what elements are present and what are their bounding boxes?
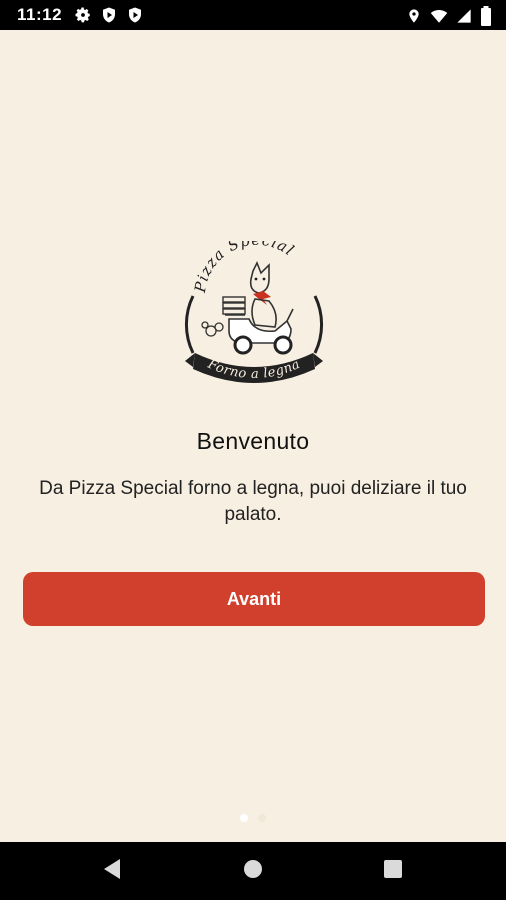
page-indicator (0, 814, 506, 822)
page-dot-active[interactable] (240, 814, 248, 822)
battery-icon (480, 6, 492, 26)
welcome-text: Da Pizza Special forno a legna, puoi del… (39, 478, 467, 525)
signal-icon (456, 8, 472, 24)
logo-top-text: Pizza Special (191, 231, 297, 295)
back-button[interactable] (82, 842, 142, 900)
recents-button[interactable] (363, 842, 423, 900)
gear-icon (74, 6, 92, 24)
next-button[interactable]: Avanti (23, 572, 485, 626)
shield-play-icon (100, 6, 118, 24)
status-bar: 11:12 (0, 0, 506, 30)
pizza-special-logo: Pizza Special Forno a legna (183, 231, 325, 397)
home-icon (243, 859, 263, 884)
page-dot-inactive[interactable] (258, 814, 266, 822)
home-button[interactable] (223, 842, 283, 900)
welcome-title: Benvenuto (196, 428, 310, 454)
back-icon (102, 858, 122, 885)
location-icon (406, 7, 422, 25)
wifi-icon (430, 7, 448, 25)
svg-text:Pizza Special: Pizza Special (191, 241, 298, 295)
navigation-bar (0, 842, 506, 900)
status-time: 11:12 (17, 5, 63, 24)
shield-play-icon (126, 6, 144, 24)
recents-icon (384, 859, 402, 883)
